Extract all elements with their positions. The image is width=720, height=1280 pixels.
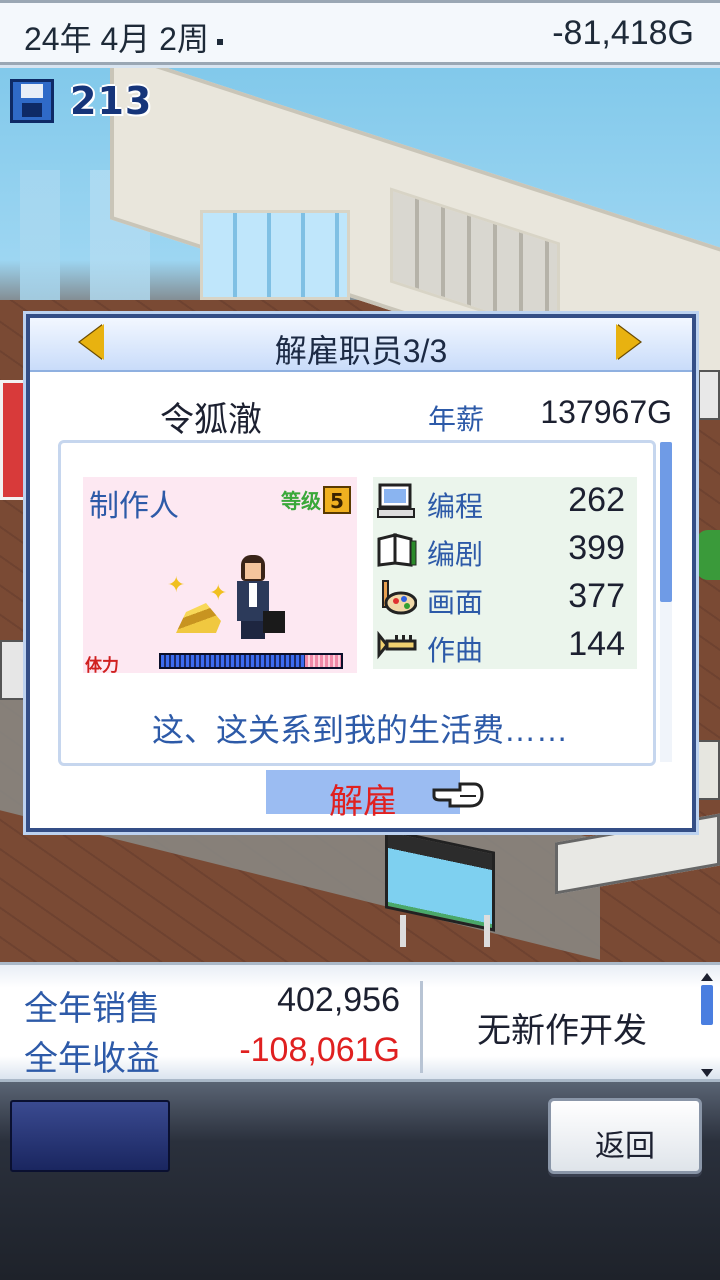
roof-window bbox=[200, 210, 350, 300]
empty-slot bbox=[10, 1100, 170, 1172]
employee-detail-panel: 制作人 等级 5 ✦ ✦ 体力 编程 262 编剧 399 画面 377 作曲 … bbox=[58, 440, 656, 766]
game-date: 24年 4月 2周 bbox=[24, 14, 223, 60]
stamina-fill bbox=[161, 655, 305, 667]
panel-scrollbar[interactable] bbox=[660, 442, 672, 762]
level-label: 等级 bbox=[281, 489, 321, 513]
annual-sales-value: 402,956 bbox=[277, 981, 400, 1019]
stat-row-scenario: 编剧 399 bbox=[373, 525, 637, 573]
salary-value: 137967G bbox=[540, 394, 672, 430]
dialog-header: 解雇职员3/3 bbox=[30, 318, 692, 372]
stamina-bar bbox=[159, 653, 343, 669]
date-indicator-dot bbox=[216, 38, 223, 45]
pointing-hand-icon bbox=[432, 782, 484, 808]
employee-name: 令狐澈 bbox=[160, 401, 262, 439]
divider bbox=[420, 981, 423, 1073]
stat-label: 画面 bbox=[427, 587, 484, 618]
stat-label: 编剧 bbox=[427, 539, 484, 570]
potted-plant bbox=[696, 530, 720, 580]
bottom-panel: 返回 bbox=[0, 1082, 720, 1280]
stat-value: 399 bbox=[568, 529, 625, 567]
development-status: 无新作开发 bbox=[477, 1012, 647, 1050]
employee-sprite bbox=[223, 555, 285, 645]
back-button[interactable]: 返回 bbox=[548, 1098, 702, 1174]
status-bar: 24年 4月 2周 -81,418G bbox=[0, 0, 720, 68]
scroll-down-icon[interactable] bbox=[701, 1069, 713, 1077]
stat-value: 144 bbox=[568, 625, 625, 663]
stamina-empty bbox=[305, 655, 341, 667]
salary-label: 年薪 bbox=[428, 404, 485, 435]
floppy-disk-icon bbox=[10, 79, 54, 123]
annual-sales-label: 全年销售 bbox=[24, 990, 160, 1028]
aquarium-stand bbox=[400, 915, 490, 947]
employee-role: 制作人 bbox=[89, 490, 179, 523]
vending-machine bbox=[0, 380, 28, 500]
scroll-up-icon[interactable] bbox=[701, 973, 713, 981]
back-button-label: 返回 bbox=[595, 1130, 655, 1163]
palette-icon bbox=[382, 580, 417, 615]
gold-bars-icon bbox=[176, 603, 221, 633]
annual-profit-label: 全年收益 bbox=[24, 1040, 160, 1078]
stat-value: 262 bbox=[568, 481, 625, 519]
scroll-thumb[interactable] bbox=[701, 985, 713, 1025]
dialog-title: 解雇职员3/3 bbox=[274, 333, 448, 369]
book-icon bbox=[377, 533, 417, 567]
computer-icon bbox=[377, 483, 415, 518]
stat-row-programming: 编程 262 bbox=[373, 477, 637, 525]
save-count: 213 bbox=[70, 79, 153, 123]
stat-row-music: 作曲 144 bbox=[373, 621, 637, 669]
next-arrow-icon[interactable] bbox=[616, 324, 640, 360]
level-value: 5 bbox=[323, 485, 351, 514]
level-badge: 等级 5 bbox=[281, 485, 351, 514]
money-display: -81,418G bbox=[552, 14, 694, 52]
stat-label: 作曲 bbox=[427, 635, 484, 666]
fire-employee-dialog: 解雇职员3/3 令狐澈 年薪 137967G 制作人 等级 5 ✦ ✦ 体力 编… bbox=[26, 314, 696, 832]
trumpet-icon bbox=[377, 630, 417, 660]
employee-portrait: 制作人 等级 5 ✦ ✦ 体力 bbox=[83, 477, 357, 676]
sparkle-icon: ✦ bbox=[167, 573, 186, 598]
info-scrollbar[interactable] bbox=[698, 973, 716, 1077]
office-shelf bbox=[0, 640, 26, 700]
stat-label: 编程 bbox=[427, 491, 484, 522]
office-equipment bbox=[698, 370, 720, 420]
stat-row-graphics: 画面 377 bbox=[373, 573, 637, 621]
stat-value: 377 bbox=[568, 577, 625, 615]
annual-info-bar: 全年销售 402,956 全年收益 -108,061G 无新作开发 bbox=[0, 962, 720, 1082]
skill-stats: 编程 262 编剧 399 画面 377 作曲 144 bbox=[373, 477, 637, 669]
annual-profit-value: -108,061G bbox=[239, 1031, 400, 1069]
employee-quote: 这、这关系到我的生活费…… bbox=[151, 712, 568, 748]
scroll-thumb[interactable] bbox=[660, 442, 672, 602]
stamina-label: 体力 bbox=[85, 656, 119, 676]
save-counter[interactable]: 213 bbox=[10, 78, 152, 124]
